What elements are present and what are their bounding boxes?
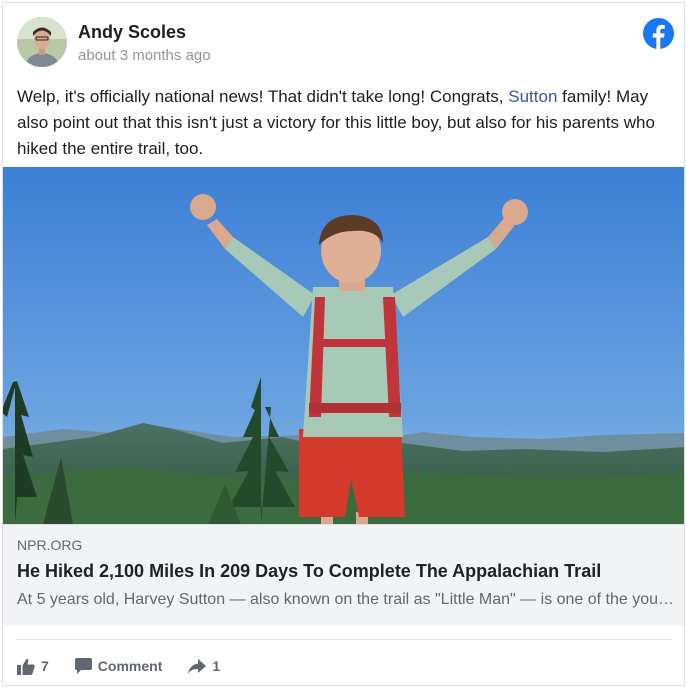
like-icon bbox=[17, 658, 35, 675]
post-header: Andy Scoles about 3 months ago bbox=[3, 3, 684, 81]
post-text-part: Welp, it's officially national news! Tha… bbox=[17, 87, 509, 106]
facebook-post-card: Andy Scoles about 3 months ago Welp, it'… bbox=[2, 2, 685, 686]
post-actions-bar: 7 Comment 1 bbox=[17, 655, 246, 677]
link-domain: NPR.ORG bbox=[17, 537, 83, 553]
share-button[interactable]: 1 bbox=[188, 658, 220, 674]
sutton-link[interactable]: Sutton bbox=[508, 87, 557, 106]
avatar[interactable] bbox=[17, 17, 67, 67]
comment-icon bbox=[74, 658, 92, 674]
like-count: 7 bbox=[41, 658, 49, 674]
link-headline[interactable]: He Hiked 2,100 Miles In 209 Days To Comp… bbox=[17, 561, 677, 582]
comment-label: Comment bbox=[97, 658, 163, 674]
author-name[interactable]: Andy Scoles bbox=[78, 22, 186, 43]
post-photo[interactable] bbox=[3, 167, 684, 524]
post-timestamp[interactable]: about 3 months ago bbox=[78, 47, 211, 64]
like-button[interactable]: 7 bbox=[17, 658, 49, 675]
divider bbox=[17, 639, 672, 640]
link-preview[interactable]: NPR.ORG He Hiked 2,100 Miles In 209 Days… bbox=[3, 524, 684, 625]
share-count: 1 bbox=[212, 658, 221, 674]
post-text: Welp, it's officially national news! Tha… bbox=[17, 84, 677, 162]
share-icon bbox=[188, 658, 207, 674]
comment-button[interactable]: Comment bbox=[74, 658, 163, 674]
facebook-logo-icon[interactable] bbox=[643, 18, 674, 49]
link-description: At 5 years old, Harvey Sutton — also kno… bbox=[17, 591, 677, 608]
